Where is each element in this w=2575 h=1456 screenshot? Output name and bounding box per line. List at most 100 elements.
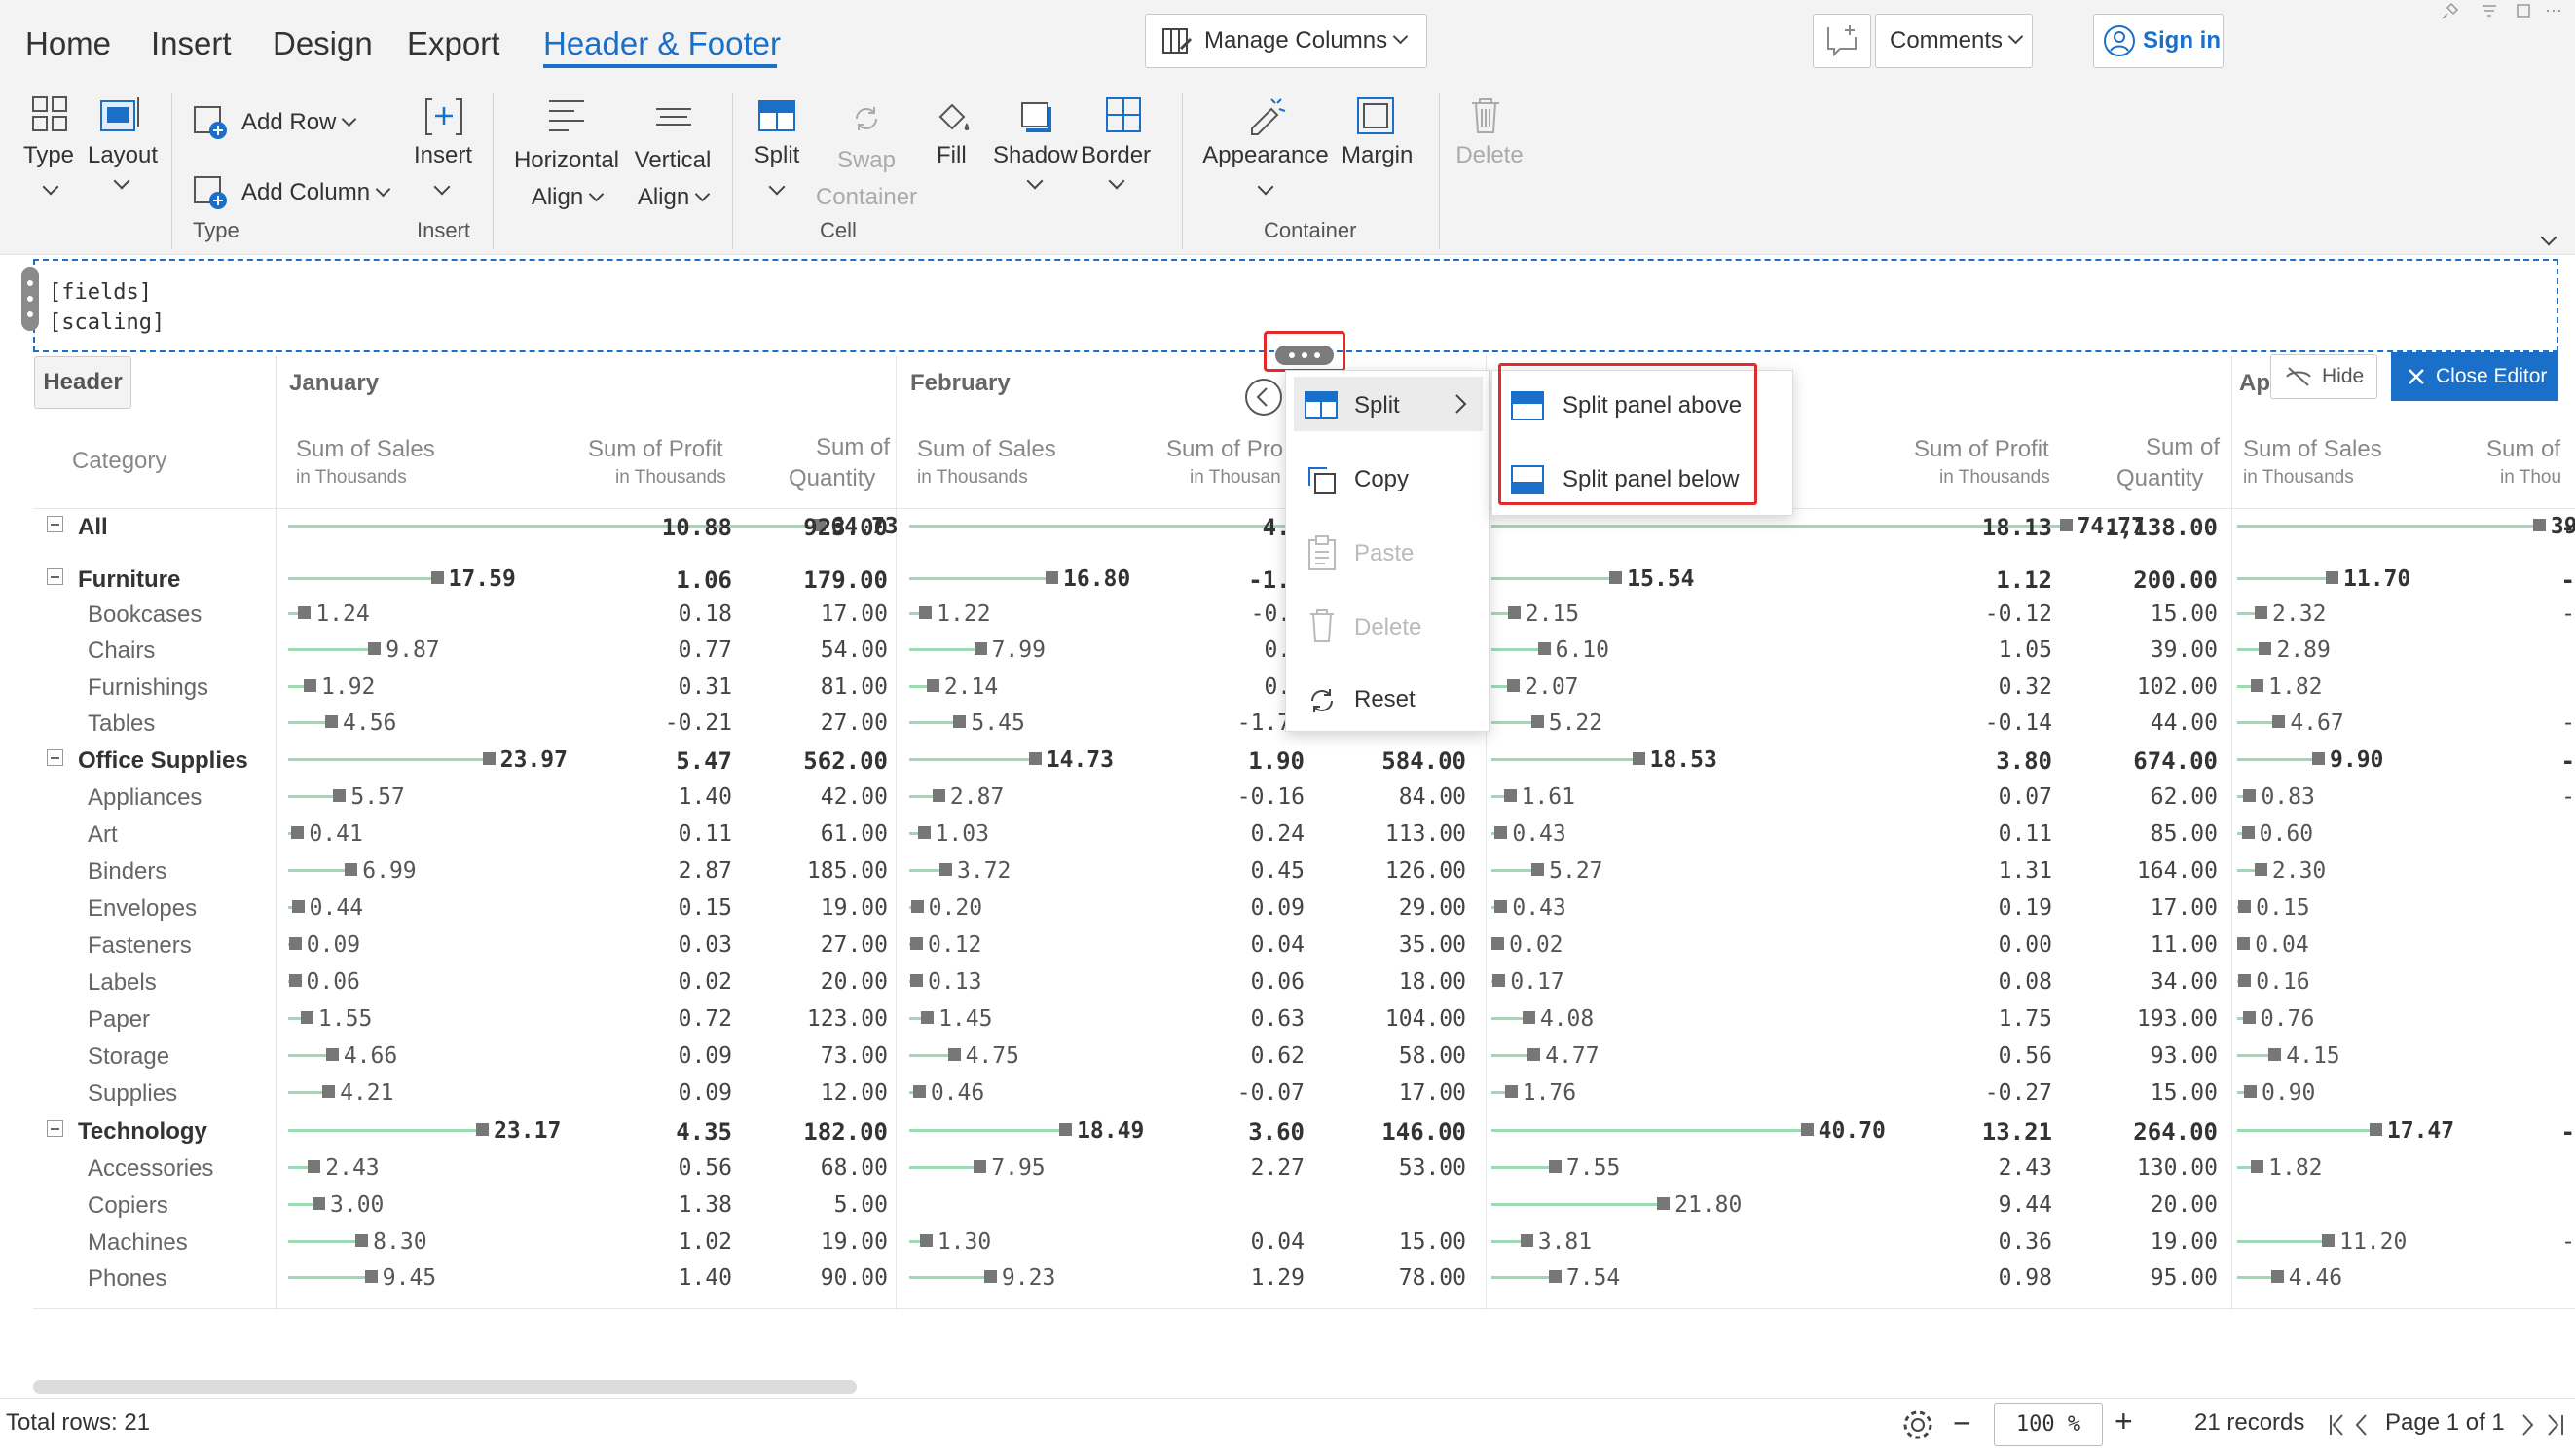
horizontal-align-button[interactable]: Horizontal Align — [510, 142, 623, 216]
sign-in-button[interactable]: Sign in — [2093, 14, 2224, 68]
type-button[interactable]: Type — [21, 142, 76, 169]
sales-marker — [939, 863, 952, 876]
row-label[interactable]: Envelopes — [88, 895, 197, 923]
menu-item-copy[interactable]: Copy — [1354, 466, 1409, 493]
comments-dropdown[interactable]: Comments — [1875, 14, 2033, 68]
collapse-toggle-icon[interactable] — [47, 1120, 63, 1137]
layout-button[interactable]: Layout — [84, 142, 162, 169]
first-prev-page-icon[interactable] — [2327, 1411, 2375, 1438]
row-label[interactable]: Chairs — [88, 637, 155, 665]
tab-export[interactable]: Export — [407, 25, 499, 62]
shadow-button[interactable]: Shadow — [993, 142, 1078, 169]
category-header[interactable]: Category — [72, 448, 166, 475]
insert-button[interactable]: Insert — [409, 142, 477, 169]
sales-marker — [1492, 974, 1506, 987]
collapse-ribbon-icon[interactable] — [2540, 229, 2557, 246]
split-button[interactable]: Split — [748, 142, 806, 169]
row-label[interactable]: Technology — [78, 1118, 207, 1146]
add-column-button[interactable]: Add Column — [241, 179, 391, 206]
more-options-button[interactable] — [1264, 331, 1345, 372]
cell-value: - — [2560, 747, 2575, 775]
tab-home[interactable]: Home — [25, 25, 111, 62]
col-header-mar-qty-a[interactable]: Sum of — [2146, 434, 2220, 461]
sales-value: 4.46 — [2288, 1265, 2343, 1291]
menu-item-split-panel-below[interactable]: Split panel below — [1563, 466, 1739, 493]
fill-button[interactable]: Fill — [937, 142, 967, 169]
drag-handle[interactable] — [21, 267, 39, 331]
vertical-align-button[interactable]: Vertical Align — [631, 142, 715, 216]
menu-item-reset[interactable]: Reset — [1354, 686, 1416, 713]
sales-value: 2.15 — [1525, 601, 1580, 627]
next-last-page-icon[interactable] — [2518, 1411, 2572, 1438]
close-editor-button[interactable]: Close Editor — [2391, 352, 2558, 401]
sales-marker — [1520, 1234, 1533, 1247]
row-label[interactable]: Furniture — [78, 566, 180, 594]
col-header-apr-profit[interactable]: Sum of — [2486, 436, 2560, 463]
row-label[interactable]: Office Supplies — [78, 747, 248, 775]
sales-value: 4.15 — [2286, 1043, 2340, 1069]
tab-header-footer[interactable]: Header & Footer — [543, 25, 781, 62]
manage-columns-button[interactable]: Manage Columns — [1145, 14, 1427, 68]
collapse-toggle-icon[interactable] — [47, 749, 63, 766]
col-header-feb-sales[interactable]: Sum of Sales — [917, 436, 1056, 463]
border-button[interactable]: Border — [1081, 142, 1151, 169]
swap-container-button[interactable]: Swap Container — [810, 142, 923, 216]
new-comment-button[interactable] — [1813, 14, 1871, 68]
add-row-button[interactable]: Add Row — [241, 109, 357, 136]
row-label[interactable]: Bookcases — [88, 601, 202, 629]
sales-marker — [953, 715, 967, 728]
zoom-input[interactable]: 100 % — [1994, 1403, 2103, 1446]
col-header-jan-qty-a[interactable]: Sum of — [816, 434, 890, 461]
row-label[interactable]: Fasteners — [88, 932, 192, 960]
menu-item-delete[interactable]: Delete — [1354, 614, 1421, 641]
row-label[interactable]: Machines — [88, 1229, 188, 1256]
tab-insert[interactable]: Insert — [151, 25, 232, 62]
collapse-toggle-icon[interactable] — [47, 516, 63, 532]
delete-button[interactable]: Delete — [1454, 142, 1525, 169]
row-label[interactable]: Accessories — [88, 1155, 213, 1183]
col-header-apr-sales[interactable]: Sum of Sales — [2243, 436, 2382, 463]
settings-icon[interactable] — [1900, 1407, 1935, 1442]
row-label[interactable]: Paper — [88, 1006, 150, 1034]
horizontal-scrollbar[interactable] — [33, 1380, 857, 1394]
col-sub-feb-profit: in Thousan — [1190, 467, 1281, 488]
header-badge[interactable]: Header — [34, 356, 131, 409]
row-label[interactable]: Copiers — [88, 1192, 168, 1219]
sales-value: 18.49 — [1077, 1118, 1145, 1144]
chevron-down-icon — [2007, 28, 2024, 44]
menu-item-paste[interactable]: Paste — [1354, 540, 1414, 567]
split-icon — [1305, 391, 1338, 419]
cell-value: 85.00 — [2150, 821, 2218, 847]
col-header-feb-profit[interactable]: Sum of Pro — [1166, 436, 1283, 463]
menu-item-split-panel-above[interactable]: Split panel above — [1563, 392, 1742, 419]
row-label[interactable]: Labels — [88, 969, 157, 997]
row-label[interactable]: Appliances — [88, 784, 202, 812]
sales-value: 4.77 — [1545, 1043, 1600, 1069]
row-label[interactable]: Tables — [88, 710, 155, 738]
row-label[interactable]: Storage — [88, 1043, 169, 1071]
sales-bar — [909, 1166, 975, 1169]
hide-button[interactable]: Hide — [2270, 354, 2377, 399]
zoom-out-icon[interactable]: − — [1953, 1405, 1971, 1441]
sales-marker — [1522, 1011, 1535, 1024]
col-header-jan-sales[interactable]: Sum of Sales — [296, 436, 435, 463]
row-label[interactable]: Supplies — [88, 1080, 177, 1108]
col-header-mar-profit[interactable]: Sum of Profit — [1914, 436, 2049, 463]
sales-value: 7.99 — [991, 637, 1046, 663]
column-divider — [2231, 356, 2232, 1310]
row-label[interactable]: All — [78, 514, 108, 541]
cell-value: 0.18 — [678, 601, 732, 627]
zoom-in-icon[interactable]: + — [2115, 1403, 2133, 1439]
margin-button[interactable]: Margin — [1342, 142, 1413, 169]
collapse-toggle-icon[interactable] — [47, 568, 63, 585]
row-label[interactable]: Phones — [88, 1265, 166, 1292]
row-label[interactable]: Furnishings — [88, 674, 208, 702]
window-controls-icon[interactable] — [2434, 0, 2575, 21]
cell-value: 17.00 — [1398, 1080, 1466, 1106]
appearance-button[interactable]: Appearance — [1199, 142, 1332, 169]
tab-design[interactable]: Design — [273, 25, 373, 62]
col-header-jan-profit[interactable]: Sum of Profit — [588, 436, 723, 463]
row-label[interactable]: Binders — [88, 858, 166, 886]
chevron-left-circle-icon[interactable] — [1244, 378, 1283, 417]
row-label[interactable]: Art — [88, 821, 118, 849]
